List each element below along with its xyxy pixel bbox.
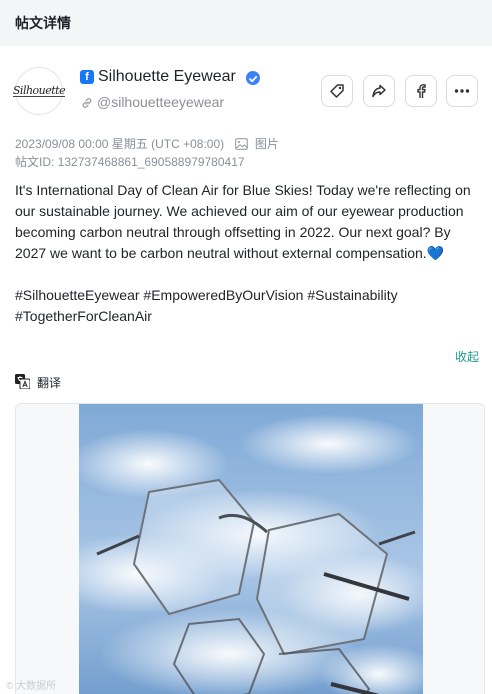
avatar[interactable]: Silhouette — [12, 67, 66, 115]
page-title: 帖文详情 — [15, 16, 71, 32]
share-icon — [372, 84, 386, 98]
translate-button[interactable]: 翻译 — [37, 374, 61, 391]
more-button[interactable] — [446, 75, 478, 107]
post-meta: 2023/09/08 00:00 星期五 (UTC +08:00) 图片 — [15, 135, 279, 152]
page-header: 帖文详情 — [0, 0, 492, 46]
image-icon — [235, 138, 249, 150]
watermark: © 大数据所 — [6, 681, 57, 692]
post-id: 帖文ID: 132737468861_690588979780417 — [15, 155, 245, 169]
account-name[interactable]: Silhouette Eyewear — [98, 68, 236, 86]
collapse-link[interactable]: 收起 — [455, 348, 479, 365]
verified-badge-icon — [246, 71, 260, 85]
post-image[interactable] — [79, 404, 423, 694]
avatar-logo: Silhouette — [12, 84, 66, 97]
translate-icon[interactable] — [15, 374, 30, 389]
media-card — [15, 403, 485, 694]
facebook-icon — [417, 84, 426, 98]
more-icon — [454, 89, 470, 93]
media-type-label: 图片 — [254, 137, 279, 151]
open-facebook-button[interactable] — [405, 75, 437, 107]
share-button[interactable] — [363, 75, 395, 107]
tag-button[interactable] — [321, 75, 353, 107]
post-datetime: 2023/09/08 00:00 星期五 (UTC +08:00) — [15, 137, 225, 151]
account-handle[interactable]: @silhouetteeyewear — [97, 94, 224, 110]
post-body: It's International Day of Clean Air for … — [15, 182, 471, 324]
link-icon — [82, 98, 92, 108]
facebook-icon: f — [80, 70, 94, 84]
tag-icon — [330, 84, 344, 98]
